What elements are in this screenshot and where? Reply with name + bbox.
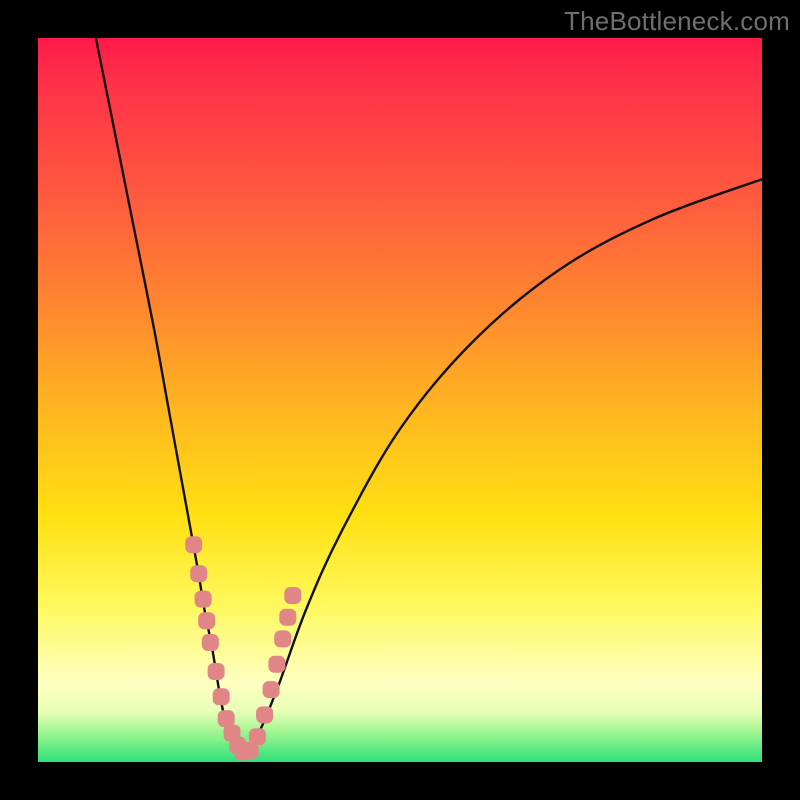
marker-dot	[190, 565, 207, 582]
marker-dot	[279, 609, 296, 626]
marker-dot	[249, 728, 266, 745]
marker-dot	[185, 536, 202, 553]
marker-dot	[284, 587, 301, 604]
watermark-text: TheBottleneck.com	[564, 6, 790, 37]
highlight-dots	[185, 536, 301, 760]
marker-dot	[198, 612, 215, 629]
chart-frame: TheBottleneck.com	[0, 0, 800, 800]
plot-area	[38, 38, 762, 762]
marker-dot	[263, 681, 280, 698]
marker-dot	[268, 656, 285, 673]
marker-dot	[256, 706, 273, 723]
bottleneck-curve	[96, 38, 762, 758]
curve-svg	[38, 38, 762, 762]
marker-dot	[202, 634, 219, 651]
marker-dot	[208, 663, 225, 680]
marker-dot	[274, 630, 291, 647]
marker-dot	[213, 688, 230, 705]
marker-dot	[195, 591, 212, 608]
